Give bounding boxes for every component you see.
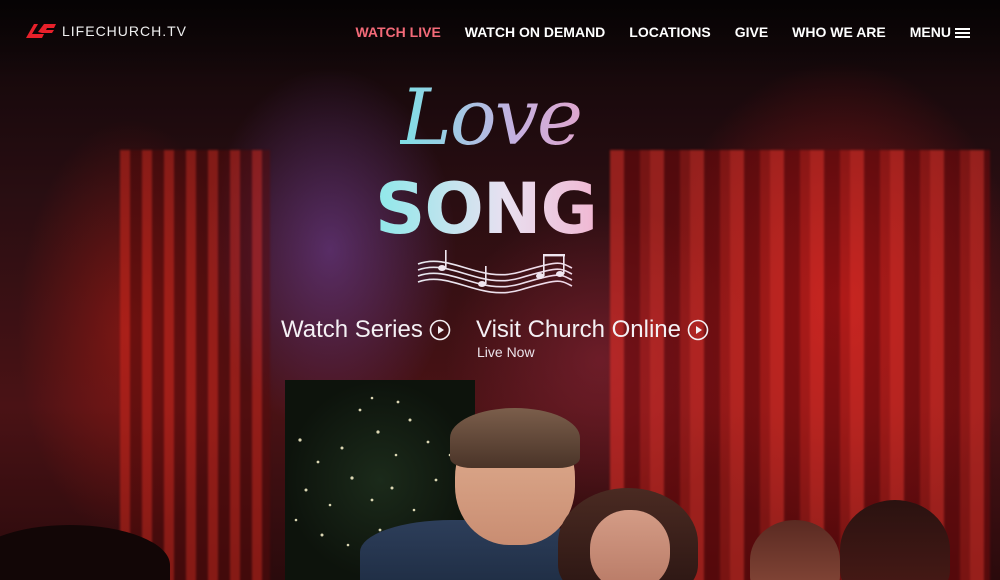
left-curtain (120, 150, 270, 580)
menu-label: MENU (909, 24, 951, 40)
hamburger-menu-icon (955, 27, 970, 38)
music-staff-icon (417, 250, 573, 294)
man-hair (450, 408, 580, 468)
main-nav: WATCH LIVE WATCH ON DEMAND LOCATIONS GIV… (355, 24, 970, 40)
visit-church-online-label: Visit Church Online (476, 316, 681, 343)
menu-button[interactable]: MENU (910, 24, 970, 40)
play-circle-icon (687, 319, 709, 341)
woman-face (590, 510, 670, 580)
top-navbar: LIFECHURCH.TV WATCH LIVE WATCH ON DEMAND… (0, 0, 1000, 64)
watch-series-label: Watch Series (281, 316, 423, 343)
series-logo: Love SONG (360, 68, 630, 308)
nav-give[interactable]: GIVE (735, 24, 768, 40)
brand-logo-link[interactable]: LIFECHURCH.TV (24, 22, 187, 40)
brand-name: LIFECHURCH.TV (62, 23, 188, 39)
live-now-label: Live Now (477, 344, 535, 360)
nav-watch-live[interactable]: WATCH LIVE (355, 24, 440, 40)
nav-who-we-are[interactable]: WHO WE ARE (792, 24, 886, 40)
play-circle-icon (429, 319, 451, 341)
series-title-song: SONG (375, 168, 635, 250)
lifechurch-logo-icon (26, 24, 56, 38)
visit-church-online-link[interactable]: Visit Church Online (476, 316, 709, 344)
nav-locations[interactable]: LOCATIONS (629, 24, 710, 40)
nav-watch-on-demand[interactable]: WATCH ON DEMAND (465, 24, 606, 40)
series-title-love: Love (400, 73, 630, 163)
watch-series-link[interactable]: Watch Series (281, 316, 451, 344)
